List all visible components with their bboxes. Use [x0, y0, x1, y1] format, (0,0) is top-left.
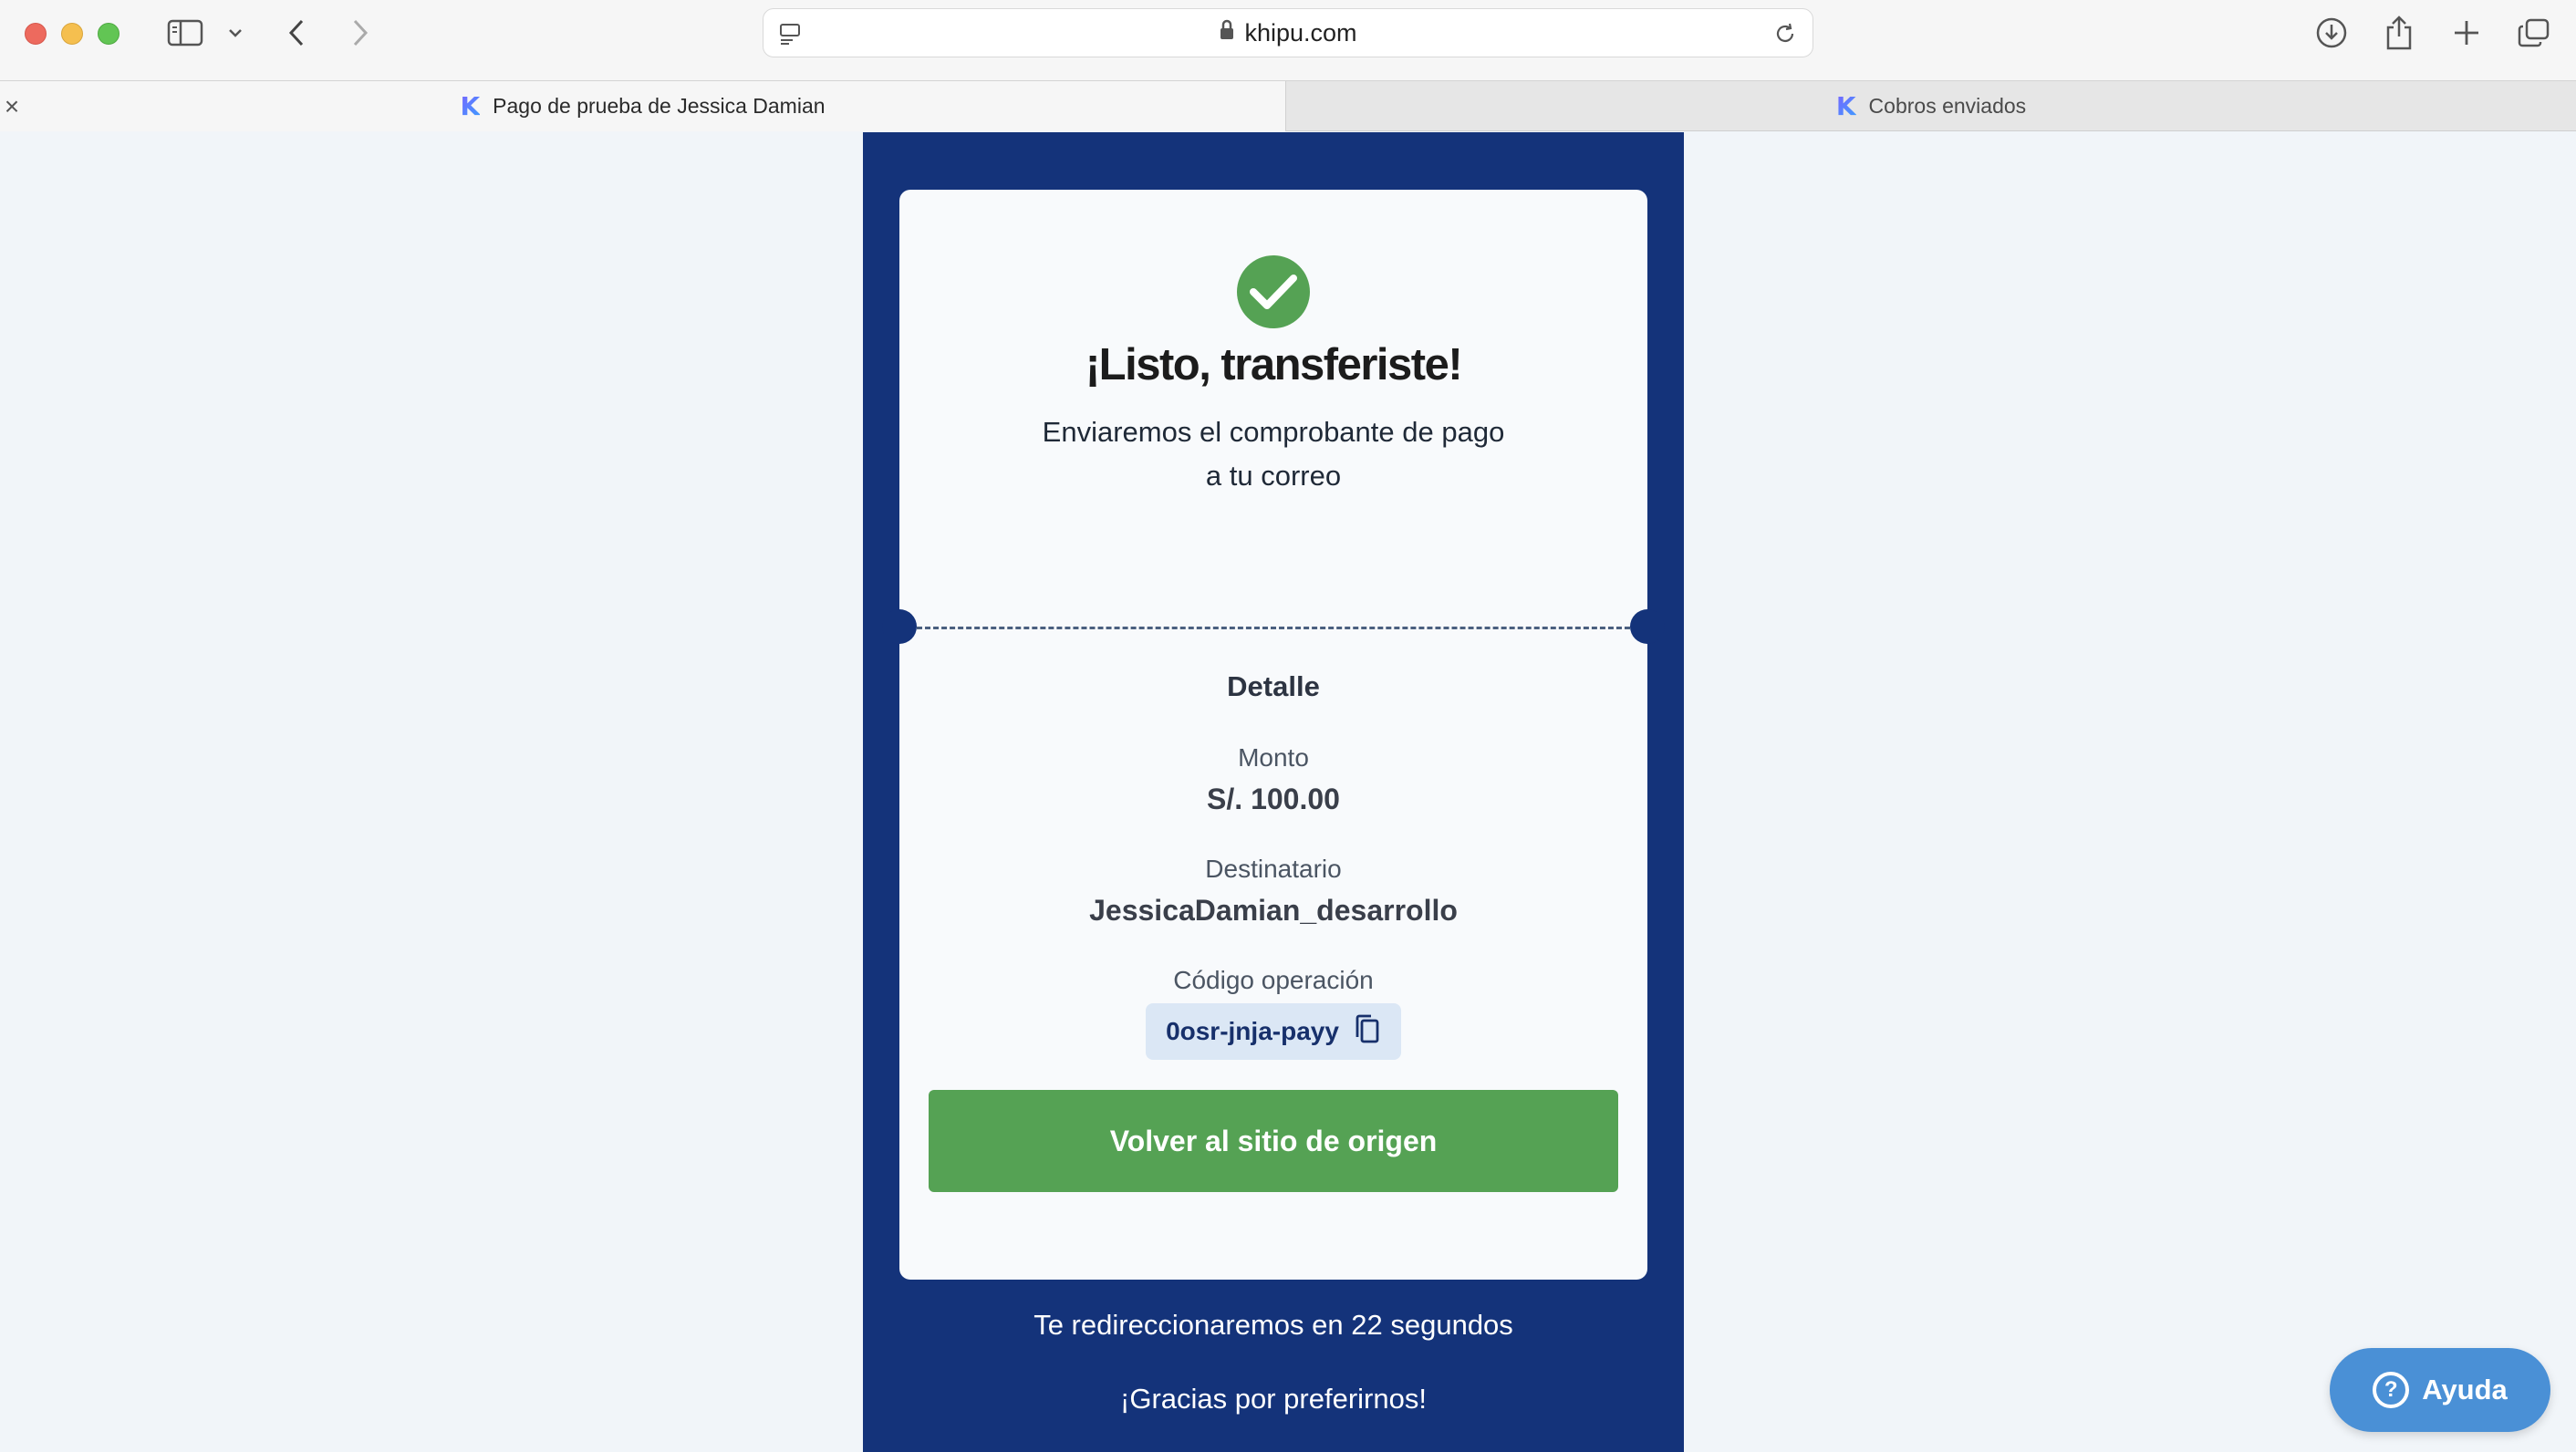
ticket-notch-right	[1630, 609, 1665, 644]
subtitle-line-1: Enviaremos el comprobante de pago	[1042, 416, 1505, 448]
minimize-window-button[interactable]	[61, 23, 83, 45]
checkmark-icon	[1237, 255, 1310, 328]
new-tab-icon[interactable]	[2448, 15, 2485, 51]
amount-label: Monto	[1238, 743, 1309, 772]
url-text: khipu.com	[1244, 18, 1357, 47]
success-subtitle: Enviaremos el comprobante de pago a tu c…	[899, 410, 1647, 498]
help-button[interactable]: ? Ayuda	[2330, 1348, 2550, 1432]
thanks-message: ¡Gracias por preferirnos!	[1120, 1383, 1427, 1415]
receipt-card: ¡Listo, transferiste! Enviaremos el comp…	[882, 190, 1665, 1280]
redirect-countdown: Te redireccionaremos en 22 segundos	[1034, 1309, 1513, 1341]
address-bar[interactable]: khipu.com	[763, 8, 1813, 57]
help-label: Ayuda	[2422, 1374, 2508, 1405]
ticket-divider	[917, 627, 1630, 629]
zoom-window-button[interactable]	[98, 23, 119, 45]
operation-label: Código operación	[1173, 966, 1374, 994]
tab-pago-de-prueba[interactable]: × K Pago de prueba de Jessica Damian	[0, 81, 1286, 131]
detail-heading: Detalle	[1227, 670, 1320, 702]
operation-code: 0osr-jnja-payy	[1166, 1017, 1339, 1045]
recipient-value: JessicaDamian_desarrollo	[1089, 894, 1458, 927]
reload-icon[interactable]	[1772, 21, 1798, 51]
close-icon[interactable]: ×	[0, 90, 24, 123]
payment-panel: ¡Listo, transferiste! Enviaremos el comp…	[863, 132, 1684, 1452]
close-window-button[interactable]	[25, 23, 47, 45]
subtitle-line-2: a tu correo	[1205, 460, 1342, 492]
amount-value: S/. 100.00	[1207, 783, 1340, 815]
tab-overview-icon[interactable]	[2516, 15, 2552, 51]
share-icon[interactable]	[2381, 15, 2417, 51]
tab-title: Cobros enviados	[1868, 94, 2027, 118]
operation-code-chip[interactable]: 0osr-jnja-payy	[1146, 1003, 1401, 1060]
help-icon: ?	[2373, 1372, 2410, 1408]
copy-icon[interactable]	[1354, 1013, 1381, 1051]
tab-bar: × K Pago de prueba de Jessica Damian K C…	[0, 80, 2576, 131]
ticket-notch-left	[882, 609, 917, 644]
forward-icon[interactable]	[347, 15, 374, 51]
success-title: ¡Listo, transferiste!	[1085, 340, 1463, 389]
back-icon[interactable]	[283, 15, 310, 51]
khipu-favicon-icon: K	[1835, 91, 1856, 121]
download-icon[interactable]	[2313, 15, 2350, 51]
chevron-down-icon[interactable]	[224, 15, 246, 51]
tab-cobros-enviados[interactable]: K Cobros enviados	[1286, 81, 2576, 131]
khipu-favicon-icon: K	[460, 91, 481, 121]
sidebar-icon[interactable]	[164, 15, 206, 51]
tab-title: Pago de prueba de Jessica Damian	[493, 94, 826, 118]
return-to-origin-button[interactable]: Volver al sitio de origen	[929, 1090, 1618, 1192]
page-content: ¡Listo, transferiste! Enviaremos el comp…	[0, 132, 2576, 1452]
recipient-label: Destinatario	[1205, 855, 1342, 883]
lock-icon	[1219, 19, 1235, 47]
browser-toolbar: khipu.com	[0, 0, 2576, 80]
